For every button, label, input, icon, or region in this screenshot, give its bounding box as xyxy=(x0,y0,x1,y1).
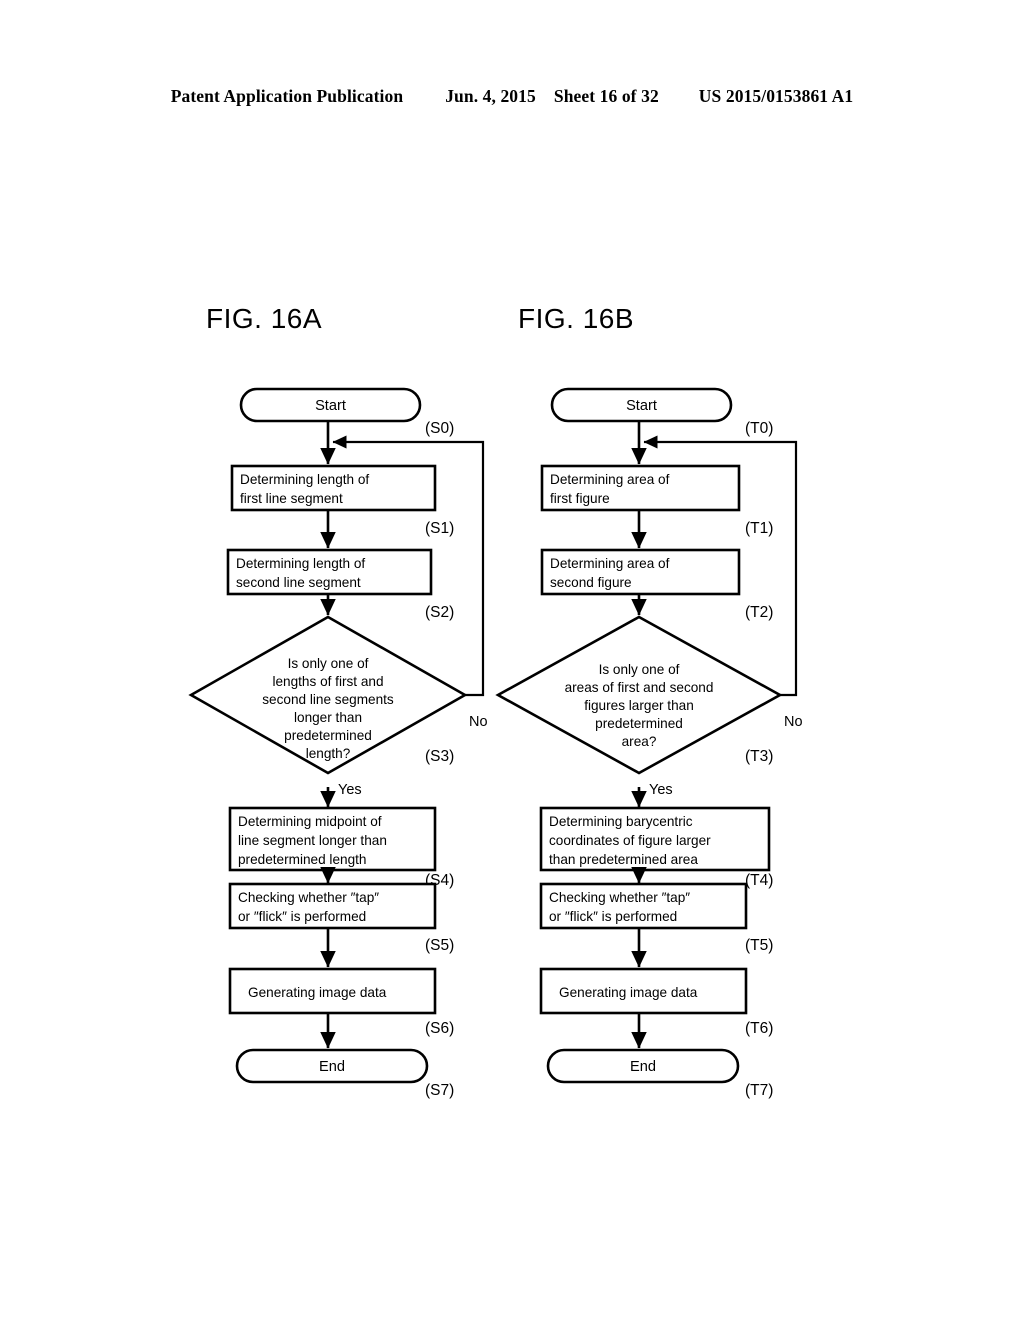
node-s3-line6: length? xyxy=(306,746,351,761)
step-label-t6: (T6) xyxy=(745,1020,773,1037)
step-label-t0: (T0) xyxy=(745,420,773,437)
node-t5: Checking whether ″tap″ or ″flick″ is per… xyxy=(539,882,748,930)
step-label-t3: (T3) xyxy=(745,748,773,765)
step-label-s1: (S1) xyxy=(425,520,454,537)
node-t2-line2: second figure xyxy=(550,575,632,590)
node-end-label: End xyxy=(319,1059,345,1075)
node-start-label: Start xyxy=(315,398,346,414)
node-s4-line2: line segment longer than xyxy=(238,833,387,848)
header-sheet: Sheet 16 of 32 xyxy=(553,86,659,106)
node-t3-decision: Is only one of areas of first and second… xyxy=(495,615,783,775)
node-s1-line2: first line segment xyxy=(240,491,343,506)
node-end-label: End xyxy=(630,1059,656,1075)
step-label-s0: (S0) xyxy=(425,420,454,437)
node-t2: Determining area of second figure xyxy=(540,548,741,596)
node-t6: Generating image data xyxy=(539,967,748,1015)
step-label-t1: (T1) xyxy=(745,520,773,537)
node-s3-decision: Is only one of lengths of first and seco… xyxy=(188,615,468,775)
node-start: Start xyxy=(550,387,733,423)
node-s3-line5: predetermined xyxy=(284,728,372,743)
step-label-t2: (T2) xyxy=(745,604,773,621)
node-end: End xyxy=(235,1048,429,1084)
node-s1-line1: Determining length of xyxy=(240,472,369,487)
header-publication: Patent Application Publication xyxy=(170,86,404,106)
step-label-s7: (S7) xyxy=(425,1082,454,1099)
node-t3-line2: areas of first and second xyxy=(565,680,714,695)
node-s6: Generating image data xyxy=(228,967,437,1015)
node-t4-line3: than predetermined area xyxy=(549,852,698,867)
node-t4-line1: Determining barycentric xyxy=(549,814,693,829)
node-t4: Determining barycentric coordinates of f… xyxy=(539,806,771,872)
node-s2-line2: second line segment xyxy=(236,575,361,590)
step-label-t5: (T5) xyxy=(745,937,773,954)
node-s5-line2: or ″flick″ is performed xyxy=(238,909,366,924)
node-start-label: Start xyxy=(626,398,657,414)
branch-label-no-b: No xyxy=(784,714,803,730)
figure-title-16b: FIG. 16B xyxy=(518,303,635,334)
node-t6-line1: Generating image data xyxy=(559,985,698,1000)
node-t1-line2: first figure xyxy=(550,491,610,506)
step-label-t7: (T7) xyxy=(745,1082,773,1099)
step-label-s5: (S5) xyxy=(425,937,454,954)
node-s3-line2: lengths of first and xyxy=(272,674,383,689)
step-label-s6: (S6) xyxy=(425,1020,454,1037)
node-s5: Checking whether ″tap″ or ″flick″ is per… xyxy=(228,882,437,930)
node-s3-line4: longer than xyxy=(294,710,362,725)
header-patent-number: US 2015/0153861 A1 xyxy=(698,86,854,106)
node-s5-line1: Checking whether ″tap″ xyxy=(238,890,379,905)
node-s2-line1: Determining length of xyxy=(236,556,365,571)
step-label-s3: (S3) xyxy=(425,748,454,765)
flowchart-16a: Start (S0) Determining length of first l… xyxy=(170,370,500,798)
node-t3-line1: Is only one of xyxy=(599,662,680,677)
step-label-t4: (T4) xyxy=(745,872,773,889)
node-t4-line2: coordinates of figure larger xyxy=(549,833,711,848)
flowchart-16a-lower: Determining midpoint of line segment lon… xyxy=(170,787,500,1099)
node-s4-line1: Determining midpoint of xyxy=(238,814,382,829)
node-t3-line3: figures larger than xyxy=(584,698,694,713)
step-label-s2: (S2) xyxy=(425,604,454,621)
page-header: Patent Application Publication Jun. 4, 2… xyxy=(0,86,1024,107)
node-t1: Determining area of first figure xyxy=(540,464,741,512)
node-t5-line1: Checking whether ″tap″ xyxy=(549,890,690,905)
node-start: Start xyxy=(239,387,422,423)
node-s6-line1: Generating image data xyxy=(248,985,387,1000)
node-t2-line1: Determining area of xyxy=(550,556,670,571)
flowchart-16b: Start (T0) Determining area of first fig… xyxy=(480,370,820,798)
node-t3-line5: area? xyxy=(622,734,657,749)
node-s4-line3: predetermined length xyxy=(238,852,366,867)
node-t5-line2: or ″flick″ is performed xyxy=(549,909,677,924)
node-s3-line1: Is only one of xyxy=(288,656,369,671)
node-end: End xyxy=(546,1048,740,1084)
node-s3-line3: second line segments xyxy=(262,692,394,707)
node-t3-line4: predetermined xyxy=(595,716,683,731)
node-t1-line1: Determining area of xyxy=(550,472,670,487)
node-s2: Determining length of second line segmen… xyxy=(226,548,433,596)
flowchart-16b-lower: Determining barycentric coordinates of f… xyxy=(480,787,820,1099)
header-date: Jun. 4, 2015 xyxy=(445,86,536,106)
node-s1: Determining length of first line segment xyxy=(230,464,437,512)
node-s4: Determining midpoint of line segment lon… xyxy=(228,806,437,872)
figure-title-16a: FIG. 16A xyxy=(206,303,323,334)
